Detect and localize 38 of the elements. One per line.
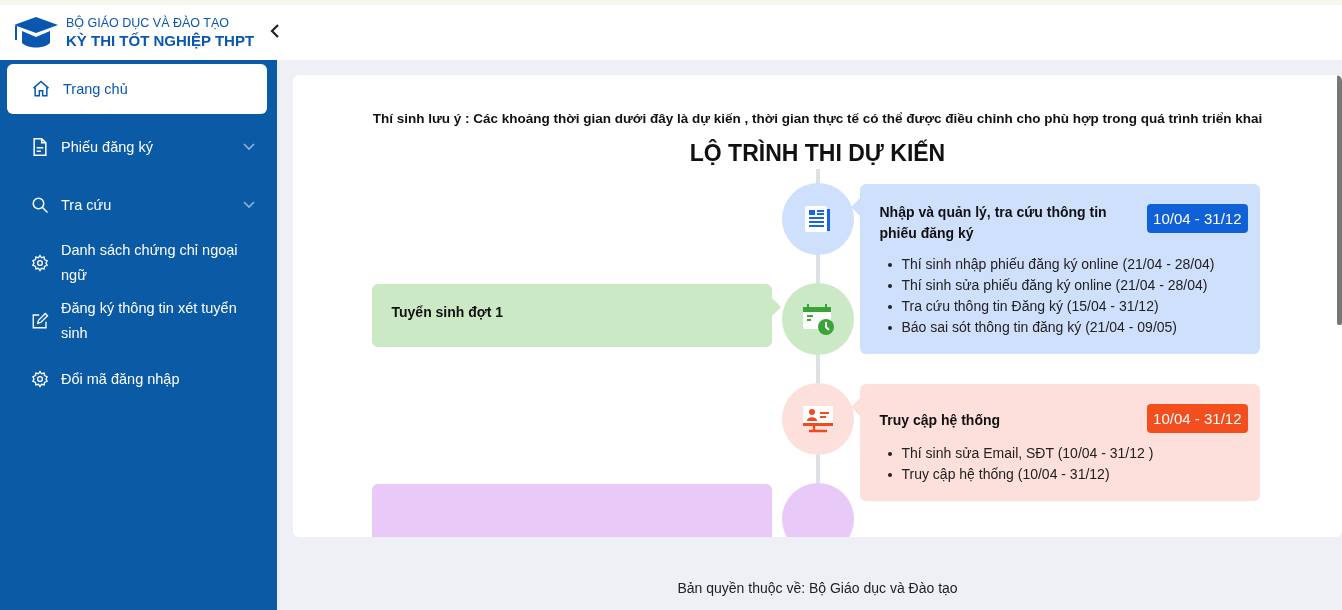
chevron-left-icon: [270, 24, 281, 38]
gear-icon: [31, 254, 49, 272]
card-title: Tuyển sinh đợt 1: [391, 303, 504, 322]
card-title: Nhập và quản lý, tra cứu thông tin phiếu đăng ký: [879, 203, 1108, 243]
sidebar-item[interactable]: Đăng ký thông tin xét tuyển sinh: [7, 296, 267, 346]
date-badge: 10/04 - 31/12: [1147, 404, 1248, 433]
bullet-icon: [887, 305, 892, 309]
bullet-icon: [887, 263, 892, 267]
sidebar-item[interactable]: Phiếu đăng ký: [7, 122, 267, 172]
site-title: KỲ THI TỐT NGHIỆP THPT: [66, 32, 255, 49]
scrollbar[interactable]: [1337, 75, 1342, 325]
schedule-item: Thí sinh sửa phiếu đăng ký online (21/04 - 28/04): [901, 276, 1208, 295]
monitor-user-icon: [800, 404, 835, 434]
card-title: Truy cập hệ thống: [879, 411, 1001, 430]
notice-text: Thí sinh lưu ý : Các khoảng thời gian dưới đây là dự kiến , thời gian thực tế có thể được điều chỉnh cho phù hợp trong quá trình triển khai: [372, 111, 1263, 126]
home-icon: [31, 79, 51, 99]
calendar-clock-icon: [800, 302, 835, 336]
document-icon: [31, 137, 49, 157]
bullet-icon: [887, 473, 892, 477]
schedule-item: Tra cứu thông tin Đăng ký (15/04 - 31/12): [901, 297, 1159, 316]
schedule-item: Thí sinh nhập phiếu đăng ký online (21/04 - 28/04): [901, 255, 1215, 274]
schedule-item: Truy cập hệ thống (10/04 - 31/12): [901, 465, 1110, 484]
copyright-text: Bản quyền thuộc về: Bộ Giáo dục và Đào tạo: [677, 580, 958, 596]
sidebar-item[interactable]: Trang chủ: [7, 64, 267, 114]
sidebar-item[interactable]: Tra cứu: [7, 180, 267, 230]
edit-icon: [31, 312, 49, 330]
bullet-icon: [887, 326, 892, 330]
search-icon: [31, 196, 49, 214]
sidebar-item[interactable]: Đổi mã đăng nhập: [7, 354, 267, 404]
timeline-heading: LỘ TRÌNH THI DỰ KIẾN: [689, 140, 946, 167]
bullet-icon: [887, 452, 892, 456]
date-badge: 10/04 - 31/12: [1147, 204, 1248, 233]
schedule-item: Báo sai sót thông tin đăng ký (21/04 - 09/05): [901, 318, 1177, 337]
bullet-icon: [887, 284, 892, 288]
schedule-item: Thí sinh sửa Email, SĐT (10/04 - 31/12 ): [901, 444, 1154, 463]
sidebar-item[interactable]: Danh sách chứng chỉ ngoại ngữ: [7, 238, 267, 288]
org-name: BỘ GIÁO DỤC VÀ ĐÀO TẠO: [66, 16, 230, 30]
gear-icon: [31, 370, 49, 388]
